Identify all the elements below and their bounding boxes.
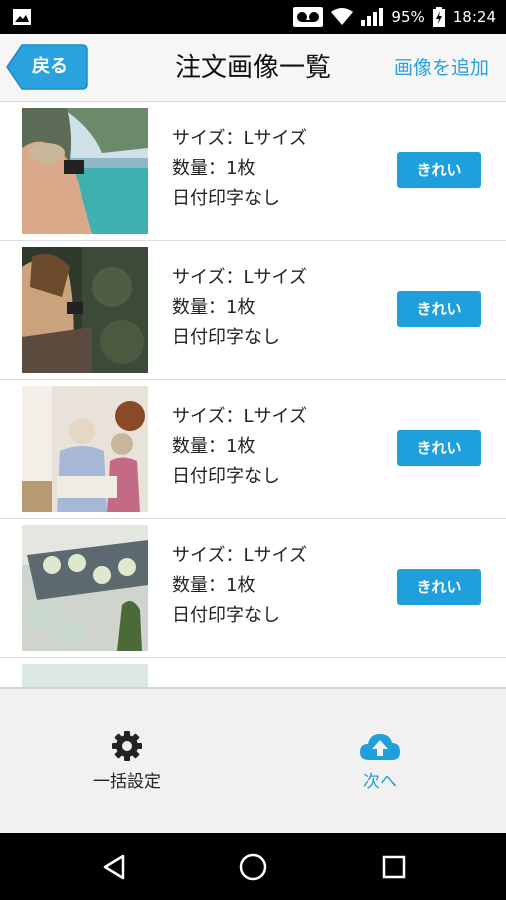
quality-button[interactable]: きれい bbox=[397, 569, 481, 605]
quality-button[interactable]: きれい bbox=[397, 430, 481, 466]
back-button[interactable]: 戻る bbox=[6, 44, 88, 90]
home-nav-icon[interactable] bbox=[235, 849, 271, 885]
size-text: サイズ：Lサイズ bbox=[172, 267, 307, 288]
date-print-text: 日付印字なし bbox=[172, 605, 280, 626]
recent-apps-nav-icon[interactable] bbox=[376, 849, 412, 885]
quantity-text: 数量：1枚 bbox=[172, 158, 256, 179]
signal-icon bbox=[361, 8, 384, 26]
wifi-icon bbox=[331, 8, 354, 26]
list-item[interactable]: サイズ：Lサイズ 数量：1枚 日付印字なし きれい bbox=[0, 519, 506, 658]
back-nav-icon[interactable] bbox=[96, 849, 132, 885]
date-print-text: 日付印字なし bbox=[172, 466, 280, 487]
size-text: サイズ：Lサイズ bbox=[172, 545, 307, 566]
bulk-settings-label: 一括設定 bbox=[93, 772, 161, 792]
quality-button[interactable]: きれい bbox=[397, 152, 481, 188]
item-details: サイズ：Lサイズ 数量：1枚 日付印字なし bbox=[172, 541, 307, 631]
list-item[interactable]: サイズ：Lサイズ 数量：1枚 日付印字なし きれい bbox=[0, 380, 506, 519]
photo-thumbnail[interactable] bbox=[22, 108, 148, 234]
next-label: 次へ bbox=[363, 772, 397, 792]
list-item[interactable] bbox=[0, 658, 506, 687]
next-button[interactable]: 次へ bbox=[320, 729, 440, 792]
system-navigation-bar bbox=[0, 833, 506, 900]
item-details: サイズ：Lサイズ 数量：1枚 日付印字なし bbox=[172, 124, 307, 214]
item-details: サイズ：Lサイズ 数量：1枚 日付印字なし bbox=[172, 402, 307, 492]
photo-thumbnail[interactable] bbox=[22, 247, 148, 373]
voicemail-icon bbox=[293, 7, 324, 27]
clock: 18:24 bbox=[452, 8, 496, 26]
app-header: 戻る 注文画像一覧 画像を追加 bbox=[0, 34, 506, 102]
status-bar: 95% 18:24 bbox=[0, 0, 506, 34]
date-print-text: 日付印字なし bbox=[172, 188, 280, 209]
photo-thumbnail[interactable] bbox=[22, 664, 148, 687]
quantity-text: 数量：1枚 bbox=[172, 297, 256, 318]
gear-icon bbox=[67, 729, 187, 763]
add-image-link[interactable]: 画像を追加 bbox=[394, 34, 506, 102]
quality-button[interactable]: きれい bbox=[397, 291, 481, 327]
quantity-text: 数量：1枚 bbox=[172, 436, 256, 457]
photo-thumbnail[interactable] bbox=[22, 386, 148, 512]
battery-charging-icon bbox=[432, 7, 445, 27]
size-text: サイズ：Lサイズ bbox=[172, 128, 307, 149]
bottom-action-bar: 一括設定 次へ bbox=[0, 687, 506, 833]
item-details: サイズ：Lサイズ 数量：1枚 日付印字なし bbox=[172, 263, 307, 353]
size-text: サイズ：Lサイズ bbox=[172, 406, 307, 427]
list-item[interactable]: サイズ：Lサイズ 数量：1枚 日付印字なし きれい bbox=[0, 241, 506, 380]
cloud-upload-icon bbox=[320, 729, 440, 763]
image-notification-icon bbox=[12, 8, 32, 26]
photo-thumbnail[interactable] bbox=[22, 525, 148, 651]
order-image-list[interactable]: サイズ：Lサイズ 数量：1枚 日付印字なし きれい サイズ：Lサイズ 数量：1枚… bbox=[0, 102, 506, 687]
list-item[interactable]: サイズ：Lサイズ 数量：1枚 日付印字なし きれい bbox=[0, 102, 506, 241]
bulk-settings-button[interactable]: 一括設定 bbox=[67, 729, 187, 792]
date-print-text: 日付印字なし bbox=[172, 327, 280, 348]
back-button-label: 戻る bbox=[32, 56, 68, 77]
quantity-text: 数量：1枚 bbox=[172, 575, 256, 596]
battery-percent: 95% bbox=[391, 8, 425, 26]
